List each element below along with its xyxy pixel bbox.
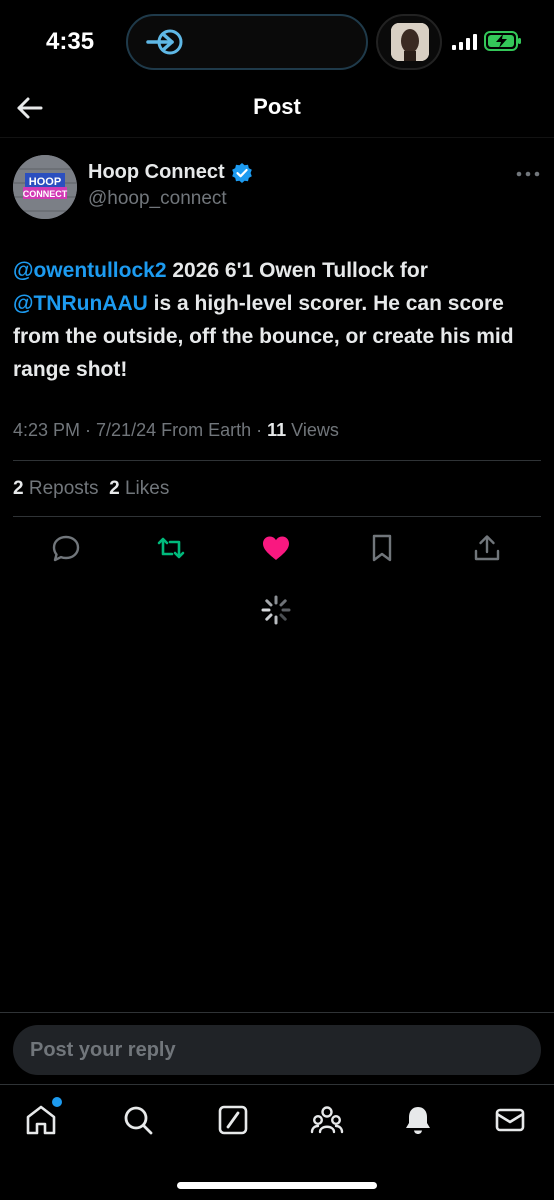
views-label: Views (286, 420, 339, 440)
post-timestamp[interactable]: 4:23 PM · 7/21/24 From Earth · (13, 420, 267, 440)
post-text-segment: 2026 6'1 Owen Tullock for (166, 259, 428, 282)
likes-label: Likes (119, 478, 170, 499)
stats-divider (13, 516, 541, 517)
reposts-count: 2 (13, 478, 24, 499)
battery-icon (484, 31, 521, 51)
share-icon[interactable] (471, 532, 503, 564)
reposts-label: Reposts (23, 478, 99, 499)
top-bar: Post (0, 86, 554, 138)
communities-icon[interactable] (310, 1103, 344, 1137)
messages-icon[interactable] (493, 1103, 527, 1137)
reposts-stat[interactable]: 2 Reposts (13, 478, 99, 499)
loading-spinner-icon (261, 595, 291, 625)
home-indicator (177, 1182, 377, 1189)
live-activity[interactable] (376, 14, 442, 70)
repost-icon[interactable] (155, 532, 187, 564)
mention-link[interactable]: @owentullock2 (13, 259, 167, 282)
home-icon[interactable] (24, 1103, 58, 1137)
verified-badge-icon (231, 162, 252, 183)
likes-count: 2 (109, 478, 120, 499)
post-meta: 4:23 PM · 7/21/24 From Earth · 11 Views (13, 420, 339, 441)
like-icon[interactable] (260, 532, 292, 564)
grok-icon[interactable] (216, 1103, 250, 1137)
notifications-icon[interactable] (401, 1103, 435, 1137)
meta-divider (13, 460, 541, 461)
live-activity-avatar (391, 23, 429, 61)
header-divider (0, 137, 554, 138)
search-icon[interactable] (121, 1103, 155, 1137)
views-count: 11 (267, 420, 287, 440)
signal-icon (452, 34, 477, 50)
status-bar: 4:35 (0, 0, 554, 86)
mention-link[interactable]: @TNRunAAU (13, 292, 148, 315)
post-text: @owentullock2 2026 6'1 Owen Tullock for … (13, 254, 543, 386)
author-handle[interactable]: @hoop_connect (88, 188, 227, 210)
reply-input[interactable]: Post your reply (13, 1025, 541, 1075)
reply-icon[interactable] (50, 532, 82, 564)
dynamic-island[interactable] (126, 14, 368, 70)
svg-text:CONNECT: CONNECT (23, 189, 68, 199)
more-options-icon[interactable] (515, 170, 541, 178)
home-notification-dot (52, 1097, 62, 1107)
login-arrow-icon (146, 29, 183, 55)
likes-stat[interactable]: 2 Likes (109, 478, 169, 499)
page-title: Post (253, 94, 301, 119)
status-time: 4:35 (46, 28, 95, 55)
author-avatar[interactable]: HOOP CONNECT (13, 155, 77, 219)
author-name-row[interactable]: Hoop Connect (88, 161, 253, 184)
author-name[interactable]: Hoop Connect (88, 161, 225, 184)
bookmark-icon[interactable] (366, 532, 398, 564)
svg-text:HOOP: HOOP (29, 176, 61, 188)
reply-bar: Post your reply (0, 1012, 554, 1084)
post-stats: 2 Reposts 2 Likes (13, 478, 169, 500)
